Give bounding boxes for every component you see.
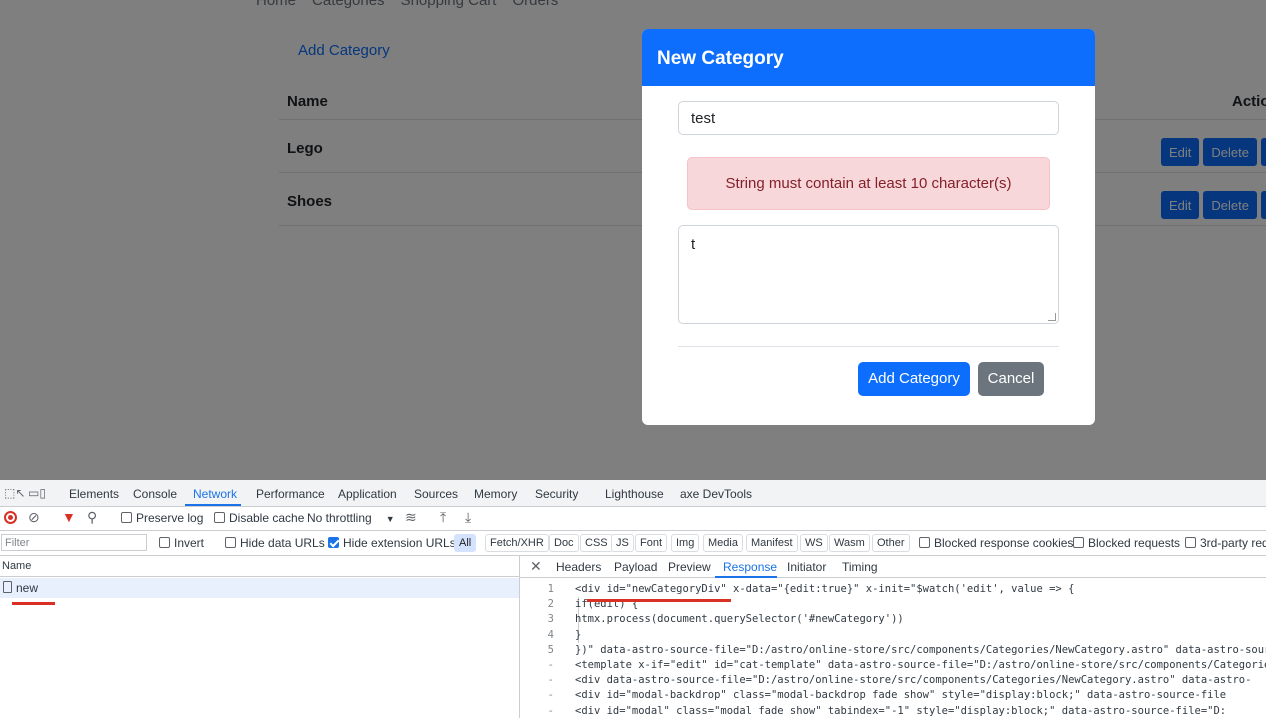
tab-security[interactable]: Security xyxy=(535,487,578,501)
category-description-textarea[interactable]: t xyxy=(678,225,1059,324)
request-detail-panel: ✕ Headers Payload Preview Response Initi… xyxy=(520,556,1266,718)
type-filter-manifest[interactable]: Manifest xyxy=(746,534,798,552)
throttling-select[interactable]: No throttling ▼ xyxy=(307,511,395,525)
type-filter-all[interactable]: All xyxy=(454,534,477,552)
third-party-requests-checkbox[interactable]: 3rd-party req xyxy=(1185,536,1266,550)
code-line: 5 })" data-astro-source-file="D:/astro/o… xyxy=(547,643,1266,656)
filter-input[interactable]: Filter xyxy=(1,534,147,551)
tab-preview[interactable]: Preview xyxy=(668,560,711,574)
tab-payload[interactable]: Payload xyxy=(614,560,657,574)
validation-error-alert: String must contain at least 10 characte… xyxy=(687,157,1050,210)
code-line: 1 <div id="newCategoryDiv" x-data="{edit:… xyxy=(547,583,1075,595)
code-line: 4 } xyxy=(547,628,582,641)
close-icon[interactable]: ✕ xyxy=(530,558,542,575)
type-filter-font[interactable]: Font xyxy=(635,534,668,552)
code-line: - <template x-if="edit" id="cat-template… xyxy=(547,658,1266,671)
tab-headers[interactable]: Headers xyxy=(556,560,601,574)
inspect-element-icon[interactable]: ⬚↖ xyxy=(4,486,25,500)
tab-elements[interactable]: Elements xyxy=(69,487,119,501)
category-name-input[interactable]: test xyxy=(678,101,1059,135)
filter-icon[interactable]: ▼ xyxy=(62,509,76,525)
cancel-button[interactable]: Cancel xyxy=(978,362,1044,396)
modal-title: New Category xyxy=(642,29,1095,86)
code-line: - <div data-astro-source-file="D:/astro/… xyxy=(547,674,1252,687)
search-icon[interactable]: ⚲ xyxy=(87,509,97,526)
network-filterbar: Filter Invert Hide data URLs Hide extens… xyxy=(0,531,1266,556)
detail-tabbar: ✕ Headers Payload Preview Response Initi… xyxy=(520,556,1266,578)
devtools-tabbar: ⬚↖ ▭▯ Elements Console Network Performan… xyxy=(0,480,1266,507)
active-detail-tab-indicator xyxy=(715,576,777,578)
modal-divider xyxy=(678,346,1059,347)
invert-checkbox[interactable]: Invert xyxy=(159,536,204,550)
tab-sources[interactable]: Sources xyxy=(414,487,458,501)
type-filter-other[interactable]: Other xyxy=(872,534,910,552)
new-category-modal: New Category test String must contain at… xyxy=(642,29,1095,425)
add-category-button[interactable]: Add Category xyxy=(858,362,970,396)
tab-axe-devtools[interactable]: axe DevTools xyxy=(680,487,752,501)
type-filter-wasm[interactable]: Wasm xyxy=(829,534,870,552)
type-filter-ws[interactable]: WS xyxy=(800,534,828,552)
record-icon[interactable] xyxy=(4,511,17,524)
tab-memory[interactable]: Memory xyxy=(474,487,517,501)
tab-lighthouse[interactable]: Lighthouse xyxy=(605,487,664,501)
devtools-panel: ⬚↖ ▭▯ Elements Console Network Performan… xyxy=(0,480,1266,718)
preserve-log-checkbox[interactable]: Preserve log xyxy=(121,511,203,525)
request-list: Name new xyxy=(0,556,520,718)
active-tab-indicator xyxy=(185,504,241,506)
type-filter-media[interactable]: Media xyxy=(703,534,743,552)
network-conditions-icon[interactable]: ≋ xyxy=(405,509,417,526)
column-header-name: Name xyxy=(0,556,519,577)
blocked-requests-checkbox[interactable]: Blocked requests xyxy=(1073,536,1180,550)
type-filter-doc[interactable]: Doc xyxy=(549,534,579,552)
type-filter-css[interactable]: CSS xyxy=(580,534,613,552)
resize-handle[interactable] xyxy=(1048,313,1056,321)
import-har-icon[interactable]: ⤒ xyxy=(440,509,446,526)
type-filter-fetch-xhr[interactable]: Fetch/XHR xyxy=(485,534,549,552)
type-filter-img[interactable]: Img xyxy=(671,534,700,552)
tab-initiator[interactable]: Initiator xyxy=(787,560,826,574)
tab-response[interactable]: Response xyxy=(723,560,777,574)
red-annotation-underline xyxy=(12,602,55,605)
blocked-response-cookies-checkbox[interactable]: Blocked response cookies xyxy=(919,536,1073,550)
clear-icon[interactable]: ⊘ xyxy=(28,509,40,526)
device-toolbar-icon[interactable]: ▭▯ xyxy=(28,486,46,500)
tab-application[interactable]: Application xyxy=(338,487,397,501)
red-annotation-underline xyxy=(587,599,731,602)
code-line: 3 htmx.process(document.querySelector('#… xyxy=(547,613,904,626)
response-code: 1 <div id="newCategoryDiv" x-data="{edit:… xyxy=(520,583,1266,718)
code-line: - <div id="modal" class="modal fade show… xyxy=(547,704,1227,717)
disable-cache-checkbox[interactable]: Disable cache xyxy=(214,511,304,525)
code-line: - <div id="modal-backdrop" class="modal-… xyxy=(547,689,1227,702)
app-page: Home Categories Shopping Cart Orders Add… xyxy=(0,0,1266,480)
textarea-value: t xyxy=(691,236,696,253)
type-filter-js[interactable]: JS xyxy=(611,534,634,552)
tab-timing[interactable]: Timing xyxy=(842,560,878,574)
request-row[interactable]: new xyxy=(0,578,519,598)
hide-extension-urls-checkbox[interactable]: Hide extension URLs xyxy=(328,536,456,550)
request-name: new xyxy=(16,581,39,595)
export-har-icon[interactable]: ⤓ xyxy=(465,509,471,526)
document-icon xyxy=(3,581,12,593)
hide-data-urls-checkbox[interactable]: Hide data URLs xyxy=(225,536,325,550)
network-toolbar: ⊘ ▼ ⚲ Preserve log Disable cache No thro… xyxy=(0,507,1266,531)
tab-console[interactable]: Console xyxy=(133,487,177,501)
tab-performance[interactable]: Performance xyxy=(256,487,325,501)
tab-network[interactable]: Network xyxy=(193,487,237,501)
